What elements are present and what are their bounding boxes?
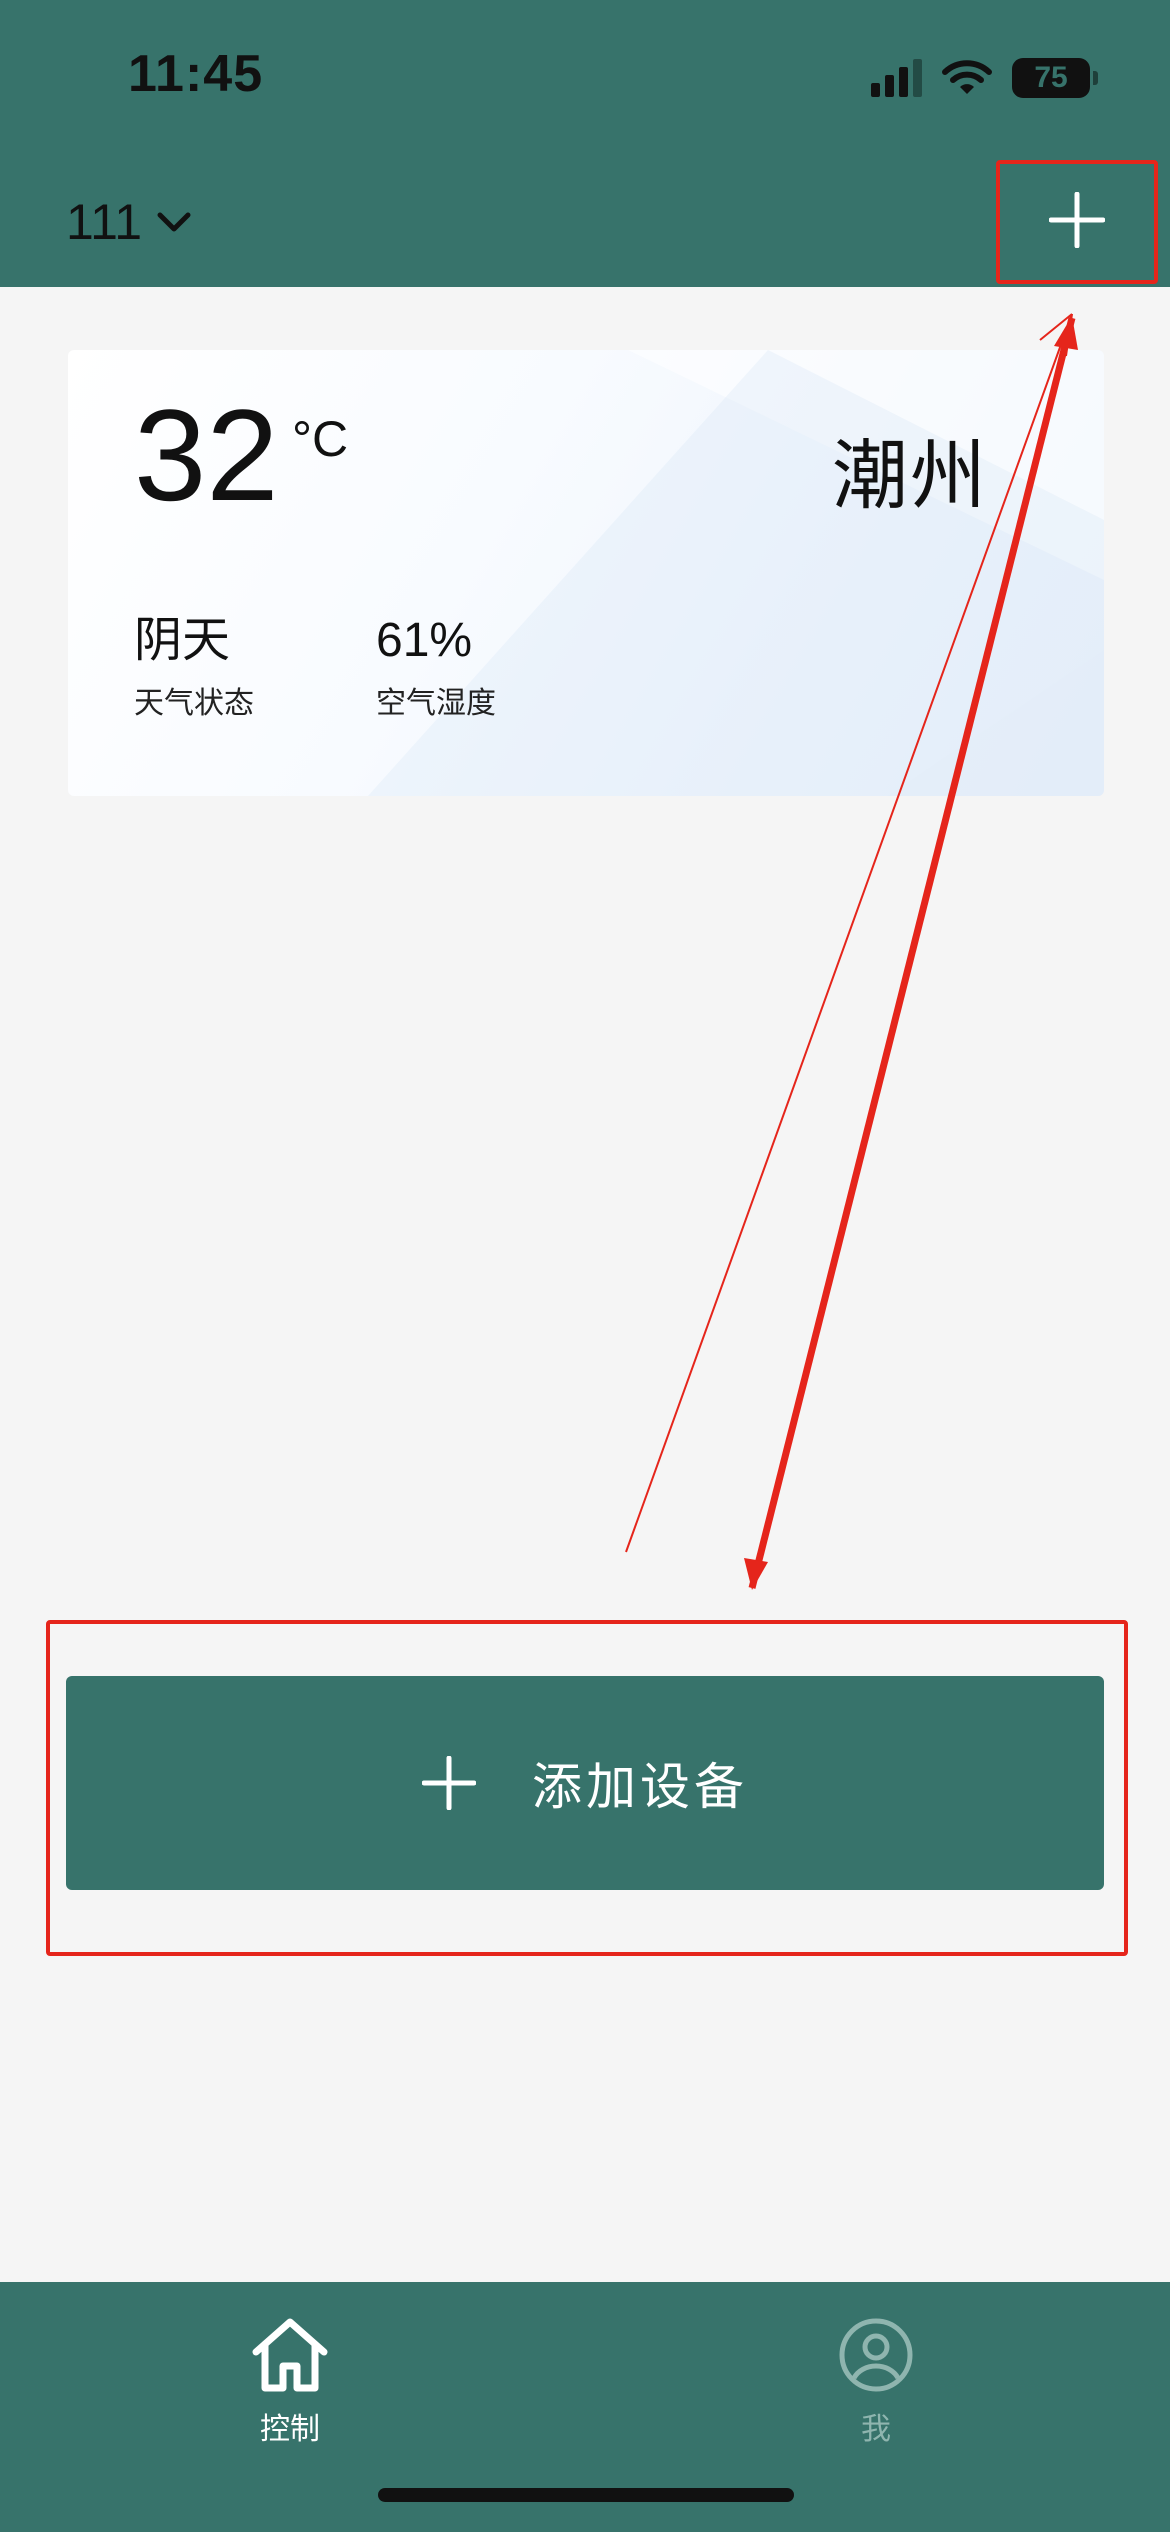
header-add-button[interactable]	[996, 160, 1158, 284]
plus-icon	[422, 1756, 476, 1810]
weather-condition-value: 阴天	[134, 614, 231, 667]
temperature-unit: °C	[292, 411, 349, 467]
battery-level: 75	[1034, 61, 1068, 94]
air-humidity-label: 空气湿度	[376, 685, 496, 721]
tab-me-label: 我	[861, 2412, 891, 2447]
weather-condition: 阴天 天气状态	[134, 612, 254, 722]
air-humidity-value: 61%	[376, 614, 473, 667]
weather-condition-label: 天气状态	[134, 685, 254, 721]
tab-control-label: 控制	[260, 2412, 320, 2447]
wifi-icon	[942, 59, 992, 97]
weather-card: 32 °C 潮州 阴天 天气状态 61% 空气湿度	[68, 350, 1104, 796]
temperature-value: 32	[134, 382, 279, 528]
add-device-button[interactable]: 添加设备	[66, 1676, 1104, 1890]
signal-icon	[871, 59, 922, 97]
battery-icon: 75	[1012, 58, 1098, 98]
add-device-label: 添加设备	[532, 1758, 748, 1816]
home-name: 111	[66, 194, 143, 250]
status-icons: 75	[871, 52, 1098, 104]
city-name: 潮州	[832, 431, 988, 520]
home-icon	[250, 2318, 330, 2392]
home-indicator	[378, 2488, 794, 2502]
home-selector[interactable]: 111	[66, 190, 192, 254]
status-time: 11:45	[128, 45, 264, 103]
air-humidity: 61% 空气湿度	[376, 612, 496, 722]
chevron-down-icon	[156, 210, 192, 234]
plus-icon	[1048, 191, 1106, 252]
tab-me[interactable]: 我	[776, 2318, 976, 2468]
tab-control[interactable]: 控制	[190, 2318, 390, 2468]
top-header: 11:45 75 111	[0, 0, 1170, 287]
user-icon	[837, 2318, 915, 2392]
